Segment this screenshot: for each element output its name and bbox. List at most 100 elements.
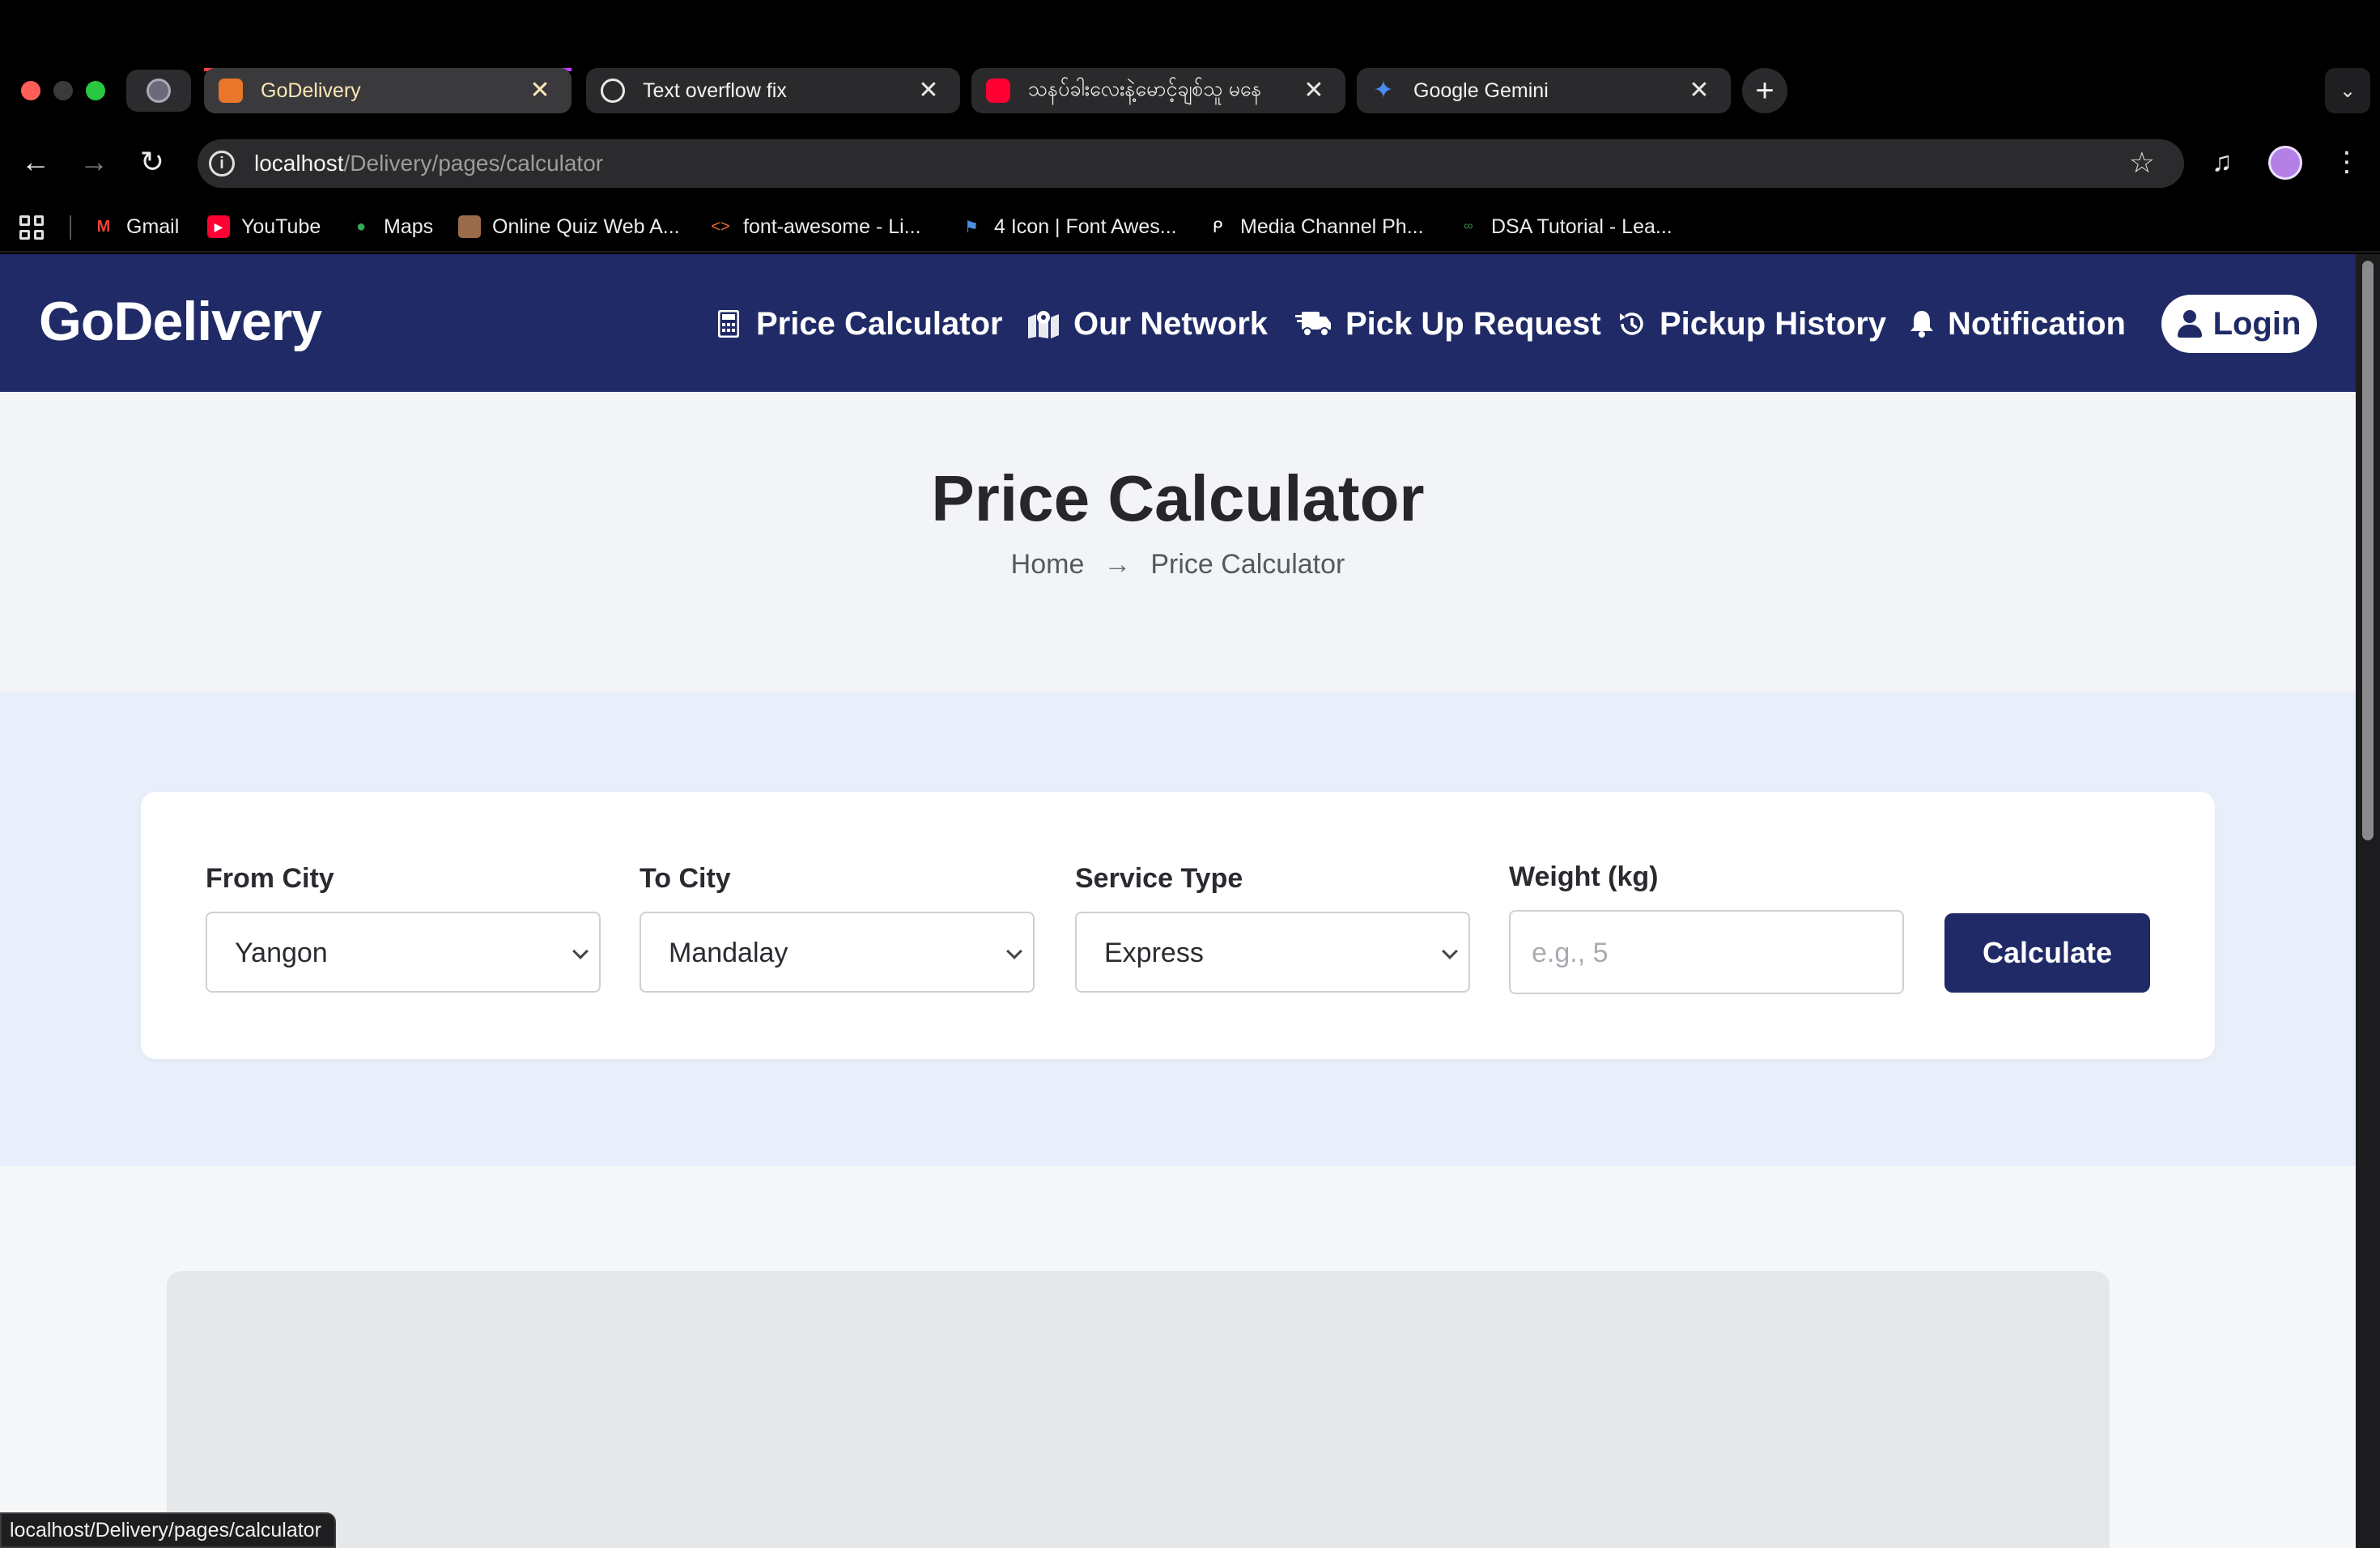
bookmark-media-channel[interactable]: ᑭ Media Channel Ph... [1206, 212, 1424, 241]
breadcrumb: Home → Price Calculator [0, 549, 2356, 580]
to-city-select[interactable]: Mandalay [640, 912, 1035, 993]
address-bar[interactable]: i localhost/Delivery/pages/calculator ☆ [198, 139, 2184, 188]
reload-icon[interactable]: ↻ [133, 142, 172, 181]
site-navbar: GoDelivery Price Calculator Our Network … [0, 254, 2356, 392]
result-placeholder-panel [167, 1271, 2110, 1548]
bookmark-maps[interactable]: ● Maps [350, 212, 433, 241]
menubar-area [0, 0, 2380, 58]
login-button[interactable]: Login [2161, 295, 2317, 353]
tab-close-icon[interactable]: ✕ [528, 79, 552, 103]
url-text[interactable]: localhost/Delivery/pages/calculator [254, 151, 603, 176]
chevron-down-icon [1006, 943, 1022, 959]
pinned-profile-tab[interactable] [126, 70, 191, 112]
scrollbar-thumb[interactable] [2362, 261, 2374, 840]
breadcrumb-current: Price Calculator [1150, 549, 1345, 580]
bookmark-star-icon[interactable]: ☆ [2129, 146, 2155, 180]
close-window-button[interactable] [21, 81, 40, 100]
bookmark-font-awesome[interactable]: <> font-awesome - Li... [709, 212, 920, 241]
nav-price-calculator[interactable]: Price Calculator [714, 301, 1003, 347]
weight-label: Weight (kg) [1509, 861, 1659, 892]
history-icon [1617, 308, 1647, 340]
tab-google-gemini[interactable]: ✦ Google Gemini ✕ [1357, 68, 1731, 113]
bookmark-label: DSA Tutorial - Lea... [1491, 215, 1672, 238]
bookmark-online-quiz[interactable]: Online Quiz Web A... [458, 212, 680, 241]
map-location-icon [1026, 308, 1060, 340]
youtube-favicon-icon [986, 79, 1010, 103]
page-viewport: GoDelivery Price Calculator Our Network … [0, 254, 2356, 1548]
bookmark-dsa-tutorial[interactable]: ∞ DSA Tutorial - Lea... [1457, 212, 1672, 241]
bookmark-label: Online Quiz Web A... [492, 215, 680, 238]
to-city-label: To City [640, 863, 731, 894]
apps-grid-icon[interactable] [19, 215, 44, 240]
brand-logo[interactable]: GoDelivery [39, 290, 322, 353]
minimize-window-button[interactable] [53, 81, 73, 100]
weight-placeholder: e.g., 5 [1532, 938, 1609, 968]
service-type-select[interactable]: Express [1075, 912, 1470, 993]
calculator-section: From City Yangon To City Mandalay Servic… [0, 691, 2356, 1166]
tab-close-icon[interactable]: ✕ [916, 79, 941, 103]
tab-search-chevron-icon[interactable]: ⌄ [2325, 68, 2370, 113]
from-city-value: Yangon [235, 938, 328, 968]
nav-pickup-history[interactable]: Pickup History [1617, 301, 1886, 347]
arrow-right-icon: → [1103, 549, 1132, 580]
weight-input[interactable]: e.g., 5 [1509, 910, 1904, 994]
bell-icon [1909, 308, 1935, 340]
login-label: Login [2212, 305, 2301, 342]
from-city-select[interactable]: Yangon [206, 912, 601, 993]
nav-label: Price Calculator [756, 305, 1003, 342]
profile-avatar[interactable] [2268, 146, 2302, 180]
calculator-icon [714, 308, 743, 340]
bookmark-label: 4 Icon | Font Awes... [994, 215, 1177, 238]
nav-label: Pickup History [1660, 305, 1887, 342]
to-city-value: Mandalay [669, 938, 788, 968]
truck-fast-icon [1295, 308, 1332, 340]
bookmarks-separator [70, 215, 71, 240]
service-type-value: Express [1104, 938, 1204, 968]
quiz-icon [458, 215, 481, 238]
page-title: Price Calculator [931, 462, 1425, 534]
maps-icon: ● [355, 217, 367, 236]
user-icon [2177, 310, 2202, 338]
calculate-button[interactable]: Calculate [1944, 913, 2150, 993]
tab-text-overflow-fix[interactable]: Text overflow fix ✕ [586, 68, 960, 113]
tab-youtube-video[interactable]: သနပ်ခါးလေးနဲ့မောင့်ချစ်သူ မနေ ✕ [971, 68, 1345, 113]
maximize-window-button[interactable] [86, 81, 105, 100]
tab-godelivery[interactable]: GoDelivery ✕ [204, 68, 572, 113]
bookmark-label: Maps [384, 215, 434, 238]
tab-title: သနပ်ခါးလေးနဲ့မောင့်ချစ်သူ မနေ [1028, 77, 1262, 100]
from-city-label: From City [206, 863, 334, 894]
bookmark-label: Gmail [126, 215, 180, 238]
flag-icon: ⚑ [964, 218, 979, 236]
bookmark-gmail[interactable]: M Gmail [92, 212, 180, 241]
gmail-icon: M [96, 217, 111, 236]
nav-our-network[interactable]: Our Network [1026, 301, 1268, 347]
page-scrollbar[interactable] [2356, 254, 2380, 1548]
more-menu-icon[interactable]: ⋮ [2333, 142, 2361, 181]
chatgpt-favicon-icon [601, 79, 625, 103]
tab-close-icon[interactable]: ✕ [1302, 79, 1326, 103]
nav-label: Pick Up Request [1345, 305, 1601, 342]
bookmark-label: YouTube [241, 215, 321, 238]
godelivery-favicon-icon [219, 79, 243, 103]
tab-title: Text overflow fix [643, 79, 787, 102]
bookmark-label: Media Channel Ph... [1240, 215, 1424, 238]
tab-title: Google Gemini [1413, 79, 1549, 102]
nav-label: Notification [1948, 305, 2126, 342]
nav-notification[interactable]: Notification [1909, 301, 2126, 347]
forward-arrow-icon[interactable]: → [74, 142, 113, 181]
media-controls-icon[interactable]: ♫ [2212, 142, 2233, 181]
breadcrumb-home-link[interactable]: Home [1011, 549, 1085, 580]
nav-label: Our Network [1073, 305, 1269, 342]
status-url-tooltip: localhost/Delivery/pages/calculator [0, 1512, 336, 1548]
nav-pick-up-request[interactable]: Pick Up Request [1295, 301, 1601, 347]
page-hero: Price Calculator Home → Price Calculator [0, 392, 2356, 691]
back-arrow-icon[interactable]: ← [16, 142, 55, 181]
tab-close-icon[interactable]: ✕ [1687, 79, 1711, 103]
chevron-down-icon [1442, 943, 1458, 959]
tab-title: GoDelivery [261, 79, 361, 102]
site-info-icon[interactable]: i [209, 151, 235, 176]
bookmark-4-icon[interactable]: ⚑ 4 Icon | Font Awes... [960, 212, 1177, 241]
profile-icon [147, 79, 171, 103]
new-tab-button[interactable]: + [1742, 68, 1787, 113]
bookmark-youtube[interactable]: ▶ YouTube [207, 212, 321, 241]
